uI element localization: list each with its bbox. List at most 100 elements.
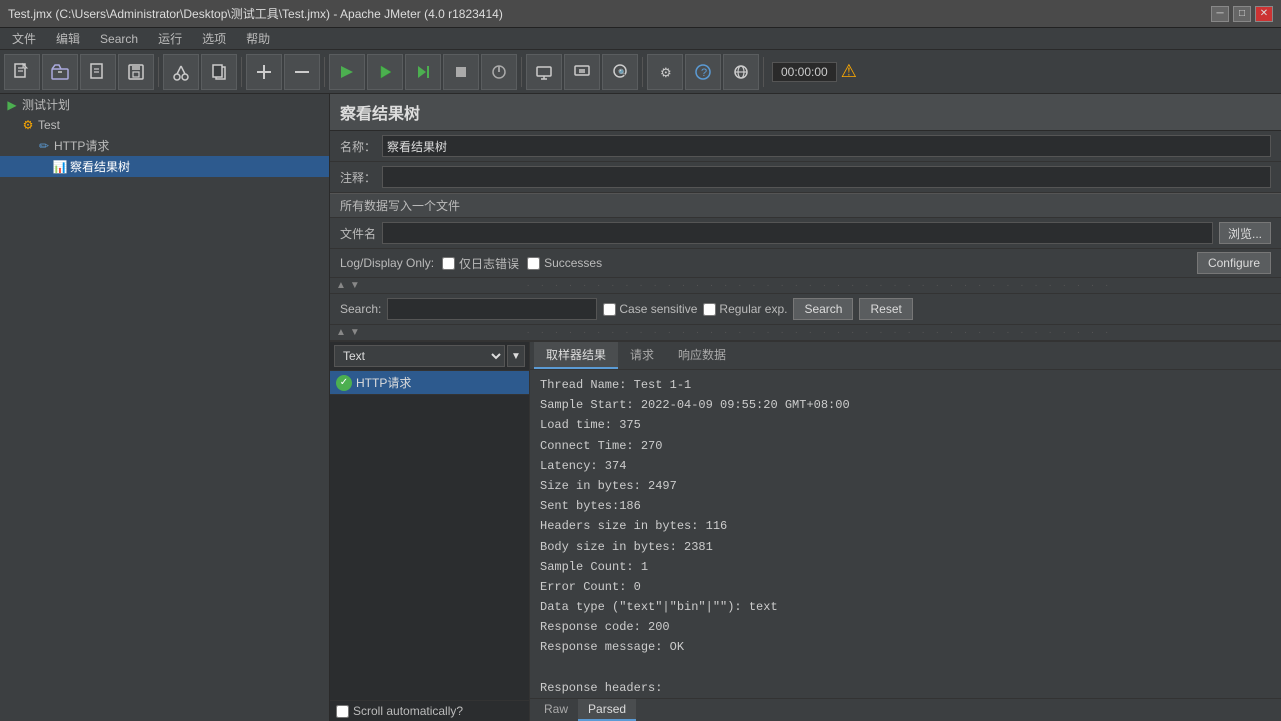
search-label: Search: — [340, 302, 381, 316]
scroll-auto-checkbox[interactable] — [336, 705, 349, 718]
comment-row: 注释： — [330, 162, 1281, 193]
toolbar-remove-btn[interactable] — [284, 54, 320, 90]
divider-row-1: ▲ ▼ · · · · · · · · · · · · · · · · · · … — [330, 278, 1281, 294]
bottom-tab-parsed[interactable]: Parsed — [578, 699, 636, 721]
name-row: 名称： — [330, 131, 1281, 162]
browse-button[interactable]: 浏览... — [1219, 222, 1271, 244]
detail-content: Thread Name: Test 1-1 Sample Start: 2022… — [530, 370, 1281, 698]
scroll-auto-label: Scroll automatically? — [353, 704, 463, 718]
divider-row-2: ▲ ▼ · · · · · · · · · · · · · · · · · · … — [330, 325, 1281, 341]
sidebar: ▶ 测试计划 ⚙ Test ✏ HTTP请求 📊 察看结果树 — [0, 94, 330, 721]
detail-line-15: Response headers: — [540, 679, 1271, 698]
detail-line-1: Sample Start: 2022-04-09 09:55:20 GMT+08… — [540, 396, 1271, 415]
toolbar-sep-2 — [241, 57, 242, 87]
toolbar-stop-btn[interactable] — [443, 54, 479, 90]
tab-response-data[interactable]: 响应数据 — [666, 342, 738, 369]
toolbar-save-btn[interactable] — [118, 54, 154, 90]
search-button[interactable]: Search — [793, 298, 853, 320]
reset-button[interactable]: Reset — [859, 298, 912, 320]
toolbar-function-helper-btn[interactable]: ⚙ — [647, 54, 683, 90]
toolbar-shutdown-btn[interactable] — [481, 54, 517, 90]
log-display-label: Log/Display Only: — [340, 256, 434, 270]
toolbar-open-btn[interactable] — [42, 54, 78, 90]
case-sensitive-group: Case sensitive — [603, 302, 697, 316]
file-input[interactable] — [382, 222, 1213, 244]
test-icon: ⚙ — [20, 117, 36, 133]
name-label: 名称： — [340, 138, 376, 155]
dropdown-arrow-btn[interactable]: ▼ — [507, 345, 525, 367]
menu-bar: 文件 编辑 Search 运行 选项 帮助 — [0, 28, 1281, 50]
case-sensitive-checkbox[interactable] — [603, 303, 616, 316]
toolbar-lang-btn[interactable] — [723, 54, 759, 90]
sidebar-item-test-plan[interactable]: ▶ 测试计划 — [0, 94, 329, 115]
expand-arrow-2[interactable]: ▼ — [348, 327, 362, 338]
maximize-button[interactable]: □ — [1233, 6, 1251, 22]
menu-search[interactable]: Search — [92, 30, 146, 48]
sidebar-item-view-results[interactable]: 📊 察看结果树 — [0, 156, 329, 177]
regular-exp-group: Regular exp. — [703, 302, 787, 316]
main-layout: ▶ 测试计划 ⚙ Test ✏ HTTP请求 📊 察看结果树 察看结果树 名称： — [0, 94, 1281, 721]
log-errors-checkbox[interactable] — [442, 257, 455, 270]
log-row: Log/Display Only: 仅日志错误 Successes Config… — [330, 249, 1281, 278]
window-title: Test.jmx (C:\Users\Administrator\Desktop… — [8, 5, 503, 22]
tab-request[interactable]: 请求 — [618, 342, 666, 369]
menu-options[interactable]: 选项 — [194, 28, 234, 49]
request-name: HTTP请求 — [356, 374, 411, 391]
section-all-data: 所有数据写入一个文件 — [330, 193, 1281, 218]
toolbar-remote-exit-btn[interactable]: 🔍 — [602, 54, 638, 90]
toolbar: 🔍 ⚙ ? 00:00:00 ⚠ — [0, 50, 1281, 94]
toolbar-start-btn[interactable] — [367, 54, 403, 90]
sidebar-item-http-request[interactable]: ✏ HTTP请求 — [0, 135, 329, 156]
toolbar-cut-btn[interactable] — [163, 54, 199, 90]
search-row: Search: Case sensitive Regular exp. Sear… — [330, 294, 1281, 325]
request-list: ✓ HTTP请求 — [330, 371, 529, 700]
tab-sampler-results[interactable]: 取样器结果 — [534, 342, 618, 369]
comment-input[interactable] — [382, 166, 1271, 188]
expand-arrow-1[interactable]: ▼ — [348, 280, 362, 291]
http-request-label: HTTP请求 — [54, 137, 109, 154]
close-button[interactable]: ✕ — [1255, 6, 1273, 22]
toolbar-warn-icon: ⚠ — [841, 61, 857, 82]
toolbar-new-btn[interactable] — [4, 54, 40, 90]
collapse-arrow-2[interactable]: ▲ — [334, 327, 348, 338]
comment-label: 注释： — [340, 169, 376, 186]
toolbar-add-btn[interactable] — [246, 54, 282, 90]
request-item-http[interactable]: ✓ HTTP请求 — [330, 371, 529, 395]
successes-checkbox[interactable] — [527, 257, 540, 270]
detail-line-11: Data type ("text"|"bin"|""): text — [540, 598, 1271, 617]
file-row: 文件名 浏览... — [330, 218, 1281, 249]
detail-line-12: Response code: 200 — [540, 618, 1271, 637]
name-input[interactable] — [382, 135, 1271, 157]
menu-help[interactable]: 帮助 — [238, 28, 278, 49]
detail-line-13: Response message: OK — [540, 638, 1271, 657]
collapse-arrow-1[interactable]: ▲ — [334, 280, 348, 291]
menu-edit[interactable]: 编辑 — [48, 28, 88, 49]
test-label: Test — [38, 118, 60, 132]
menu-run[interactable]: 运行 — [150, 28, 190, 49]
panel-title: 察看结果树 — [340, 106, 420, 123]
svg-text:?: ? — [701, 67, 707, 79]
configure-button[interactable]: Configure — [1197, 252, 1271, 274]
type-dropdown[interactable]: Text — [334, 345, 505, 367]
regular-exp-checkbox[interactable] — [703, 303, 716, 316]
toolbar-help-btn[interactable]: ? — [685, 54, 721, 90]
menu-file[interactable]: 文件 — [4, 28, 44, 49]
svg-text:🔍: 🔍 — [618, 68, 627, 77]
toolbar-copy-btn[interactable] — [201, 54, 237, 90]
section-all-data-label: 所有数据写入一个文件 — [340, 199, 460, 213]
bottom-tab-raw[interactable]: Raw — [534, 699, 578, 721]
toolbar-start-nopauses-btn[interactable] — [405, 54, 441, 90]
test-plan-label: 测试计划 — [22, 96, 70, 113]
toolbar-clear-btn[interactable] — [329, 54, 365, 90]
toolbar-close-btn[interactable] — [80, 54, 116, 90]
toolbar-remote-stop-btn[interactable] — [564, 54, 600, 90]
detail-line-9: Sample Count: 1 — [540, 558, 1271, 577]
toolbar-remote-start-btn[interactable] — [526, 54, 562, 90]
detail-line-14 — [540, 659, 1271, 678]
successes-group: Successes — [527, 256, 602, 270]
detail-line-8: Body size in bytes: 2381 — [540, 538, 1271, 557]
minimize-button[interactable]: ─ — [1211, 6, 1229, 22]
search-input[interactable] — [387, 298, 597, 320]
sidebar-item-test[interactable]: ⚙ Test — [0, 115, 329, 135]
window-controls: ─ □ ✕ — [1211, 6, 1273, 22]
